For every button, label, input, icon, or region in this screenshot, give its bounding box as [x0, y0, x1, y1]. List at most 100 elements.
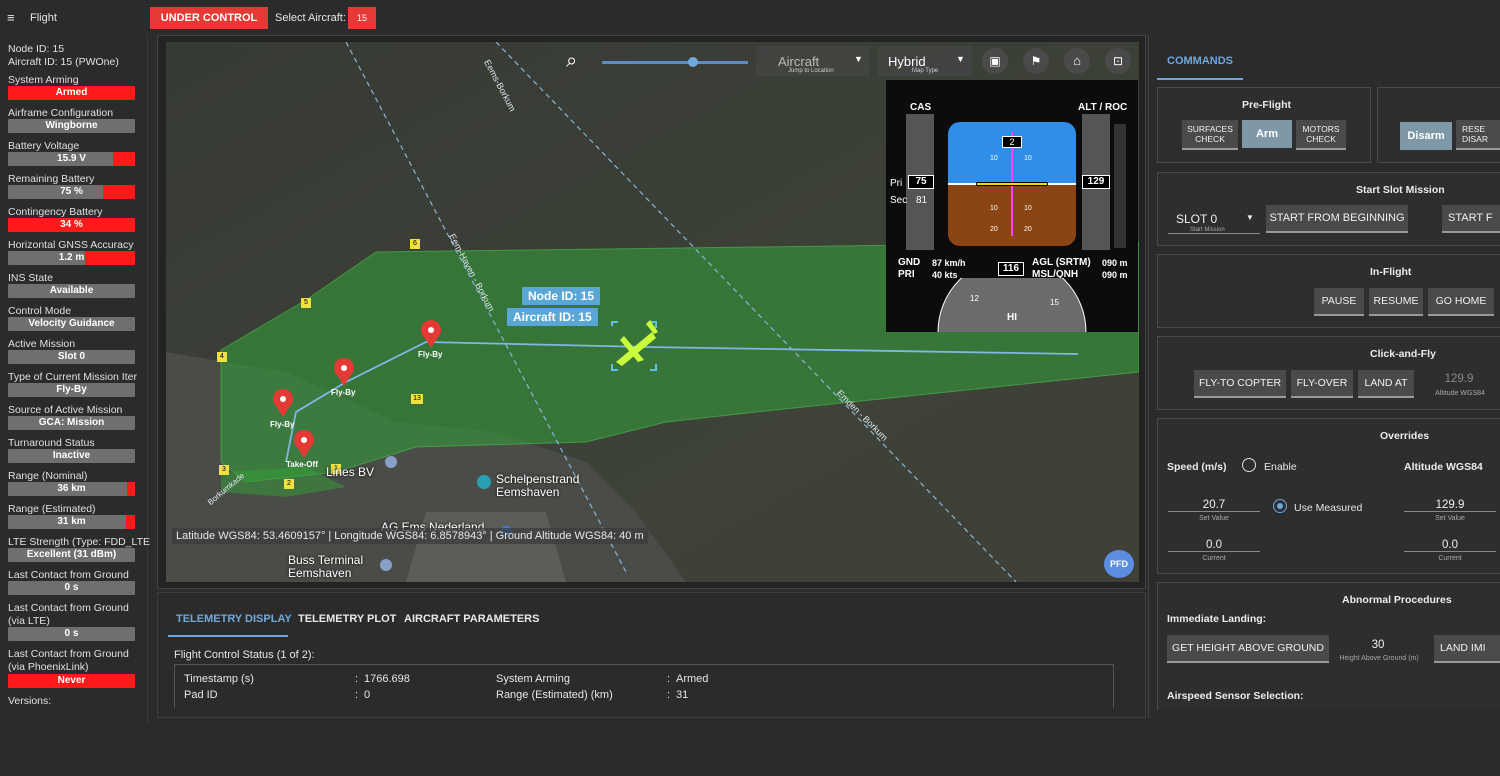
start-from-beginning-button[interactable]: START FROM BEGINNING [1266, 205, 1408, 233]
last-phoenix-label: Last Contact from Ground [8, 648, 129, 660]
fence-point-4: 4 [217, 352, 227, 362]
reset-disarm-button[interactable]: RESE DISAR [1456, 120, 1500, 150]
zoom-slider-handle[interactable] [688, 57, 698, 67]
fly-over-button[interactable]: FLY-OVER [1291, 370, 1353, 398]
last-phoenix-text: Never [57, 675, 86, 686]
table-cell: Range (Estimated) (km) [496, 689, 613, 701]
land-immediately-button[interactable]: LAND IMI [1434, 635, 1500, 663]
remaining-battery-text: 75 % [60, 186, 83, 197]
arm-button[interactable]: Arm [1242, 120, 1292, 148]
land-at-button[interactable]: LAND AT [1358, 370, 1414, 398]
surfaces-check-line2: CHECK [1195, 134, 1225, 144]
pitch-20-a: 20 [990, 226, 998, 233]
pause-button[interactable]: PAUSE [1314, 288, 1364, 316]
pfd-alt-roc-label: ALT / ROC [1078, 102, 1128, 113]
under-control-button[interactable]: UNDER CONTROL [150, 7, 268, 29]
speed-current-field: 0.0 [1168, 539, 1260, 552]
reset-line1: RESE [1462, 124, 1486, 134]
maptype-dropdown[interactable]: Hybrid Map Type ▼ [878, 46, 972, 76]
last-lte-text: 0 s [64, 628, 79, 639]
table-cell-sep: : [667, 689, 671, 701]
tab-aircraft-parameters[interactable]: AIRCRAFT PARAMETERS [404, 613, 539, 625]
lte-value: Excellent (31 dBm) [8, 548, 135, 562]
slot-mission-title: Start Slot Mission [1356, 184, 1445, 196]
tab-telemetry-plot[interactable]: TELEMETRY PLOT [298, 613, 396, 625]
click-and-fly-section: Click-and-Fly FLY-TO COPTER FLY-OVER LAN… [1157, 336, 1500, 410]
zoom-slider[interactable] [602, 57, 748, 67]
pfd-button[interactable]: PFD [1104, 550, 1134, 578]
telemetry-section-title: Flight Control Status (1 of 2): [174, 649, 315, 661]
get-height-button[interactable]: GET HEIGHT ABOVE GROUND [1167, 635, 1329, 663]
agl-value: 090 m [1102, 258, 1128, 268]
altitude-label: Altitude WGS84 [1404, 461, 1483, 473]
center-target-icon[interactable]: ⊡ [1105, 48, 1131, 74]
aircraft-dropdown-value: Aircraft [778, 54, 820, 69]
speed-set-field[interactable]: 20.7 [1168, 499, 1260, 512]
pfd-pri-label: Pri [890, 178, 903, 189]
airframe-label: Airframe Configuration [8, 107, 114, 119]
last-ground-text: 0 s [64, 582, 79, 593]
hamburger-icon[interactable]: ≡ [7, 10, 15, 25]
pfd-sec-label: Sec [890, 195, 908, 206]
tab-telemetry-display[interactable]: TELEMETRY DISPLAY [176, 613, 292, 625]
control-mode-text: Velocity Guidance [28, 318, 115, 329]
remaining-battery-label: Remaining Battery [8, 173, 95, 185]
versions-label: Versions: [8, 695, 52, 707]
slot-dropdown[interactable]: SLOT 0 ▼ Start Mission [1168, 206, 1260, 234]
motors-check-button[interactable]: MOTORS CHECK [1296, 120, 1346, 150]
click-fly-altitude-caption: Altitude WGS84 [1435, 390, 1485, 397]
surfaces-check-button[interactable]: SURFACES CHECK [1182, 120, 1238, 150]
mission-item-value: Fly-By [8, 383, 135, 397]
start-from-button[interactable]: START F [1442, 205, 1500, 233]
resume-button[interactable]: RESUME [1369, 288, 1423, 316]
system-arming-value: Armed [8, 86, 135, 100]
flag-icon[interactable]: ⚑ [1023, 48, 1049, 74]
map-view[interactable]: 6 5 4 13 3 2 1 Fly-By Fly-By Fly-By Take… [166, 42, 1139, 582]
inflight-section: In-Flight PAUSE RESUME GO HOME [1157, 254, 1500, 328]
waypoint-label-2: Fly-By [331, 388, 356, 397]
altitude-current-caption: Current [1438, 555, 1462, 562]
go-home-button[interactable]: GO HOME [1428, 288, 1494, 316]
height-field[interactable]: 30 [1336, 639, 1420, 651]
airframe-value: Wingborne [8, 119, 135, 133]
ins-label: INS State [8, 272, 53, 284]
range-est-bar: 31 km [8, 515, 135, 529]
tab-underline [168, 635, 288, 637]
roc-tape [1114, 124, 1126, 248]
fly-to-copter-button[interactable]: FLY-TO COPTER [1194, 370, 1286, 398]
battery-voltage-bar: 15.9 V [8, 152, 135, 166]
fence-point-6: 6 [410, 239, 420, 249]
node-id-label: Node ID: 15 [522, 287, 601, 305]
waypoint-label-takeoff: Take-Off [286, 460, 318, 469]
gnd-value: 87 km/h [932, 258, 966, 268]
heading-15: 15 [1050, 298, 1059, 307]
home-icon[interactable]: ⌂ [1064, 48, 1090, 74]
abnormal-title: Abnormal Procedures [1342, 594, 1452, 606]
disarm-button[interactable]: Disarm [1400, 122, 1452, 150]
range-est-fill [126, 515, 135, 529]
source-text: GCA: Mission [38, 417, 105, 428]
aircraft-id-label: Aircraft ID: 15 [507, 308, 598, 326]
altitude-set-field[interactable]: 129.9 [1404, 499, 1496, 512]
search-icon[interactable]: ⌕ [566, 50, 577, 73]
vehicle-icon[interactable]: ▣ [982, 48, 1008, 74]
remaining-battery-fill [103, 185, 135, 199]
speed-set-caption: Set Value [1199, 515, 1229, 522]
motors-check-line2: CHECK [1306, 134, 1336, 144]
node-id: Node ID: 15 [8, 43, 65, 55]
table-cell: 1766.698 [364, 673, 410, 685]
tab-commands[interactable]: COMMANDS [1167, 55, 1233, 67]
use-measured-radio[interactable] [1273, 499, 1287, 513]
waypoint-label-3: Fly-By [270, 420, 295, 429]
use-measured-label: Use Measured [1294, 502, 1363, 514]
chevron-down-icon: ▼ [854, 54, 863, 64]
use-measured-dot [1276, 502, 1283, 509]
table-cell: Timestamp (s) [184, 673, 254, 685]
aircraft-select[interactable]: 15 [348, 7, 376, 29]
click-fly-altitude-field[interactable]: 129.9 [1424, 373, 1494, 385]
attitude-indicator: 2 10 10 10 10 20 20 [948, 122, 1076, 246]
msl-value: 090 m [1102, 270, 1128, 280]
aircraft-dropdown[interactable]: Aircraft Jump to Location ▼ [756, 46, 870, 76]
enable-radio[interactable] [1242, 458, 1256, 472]
contingency-bar: 34 % [8, 218, 135, 232]
